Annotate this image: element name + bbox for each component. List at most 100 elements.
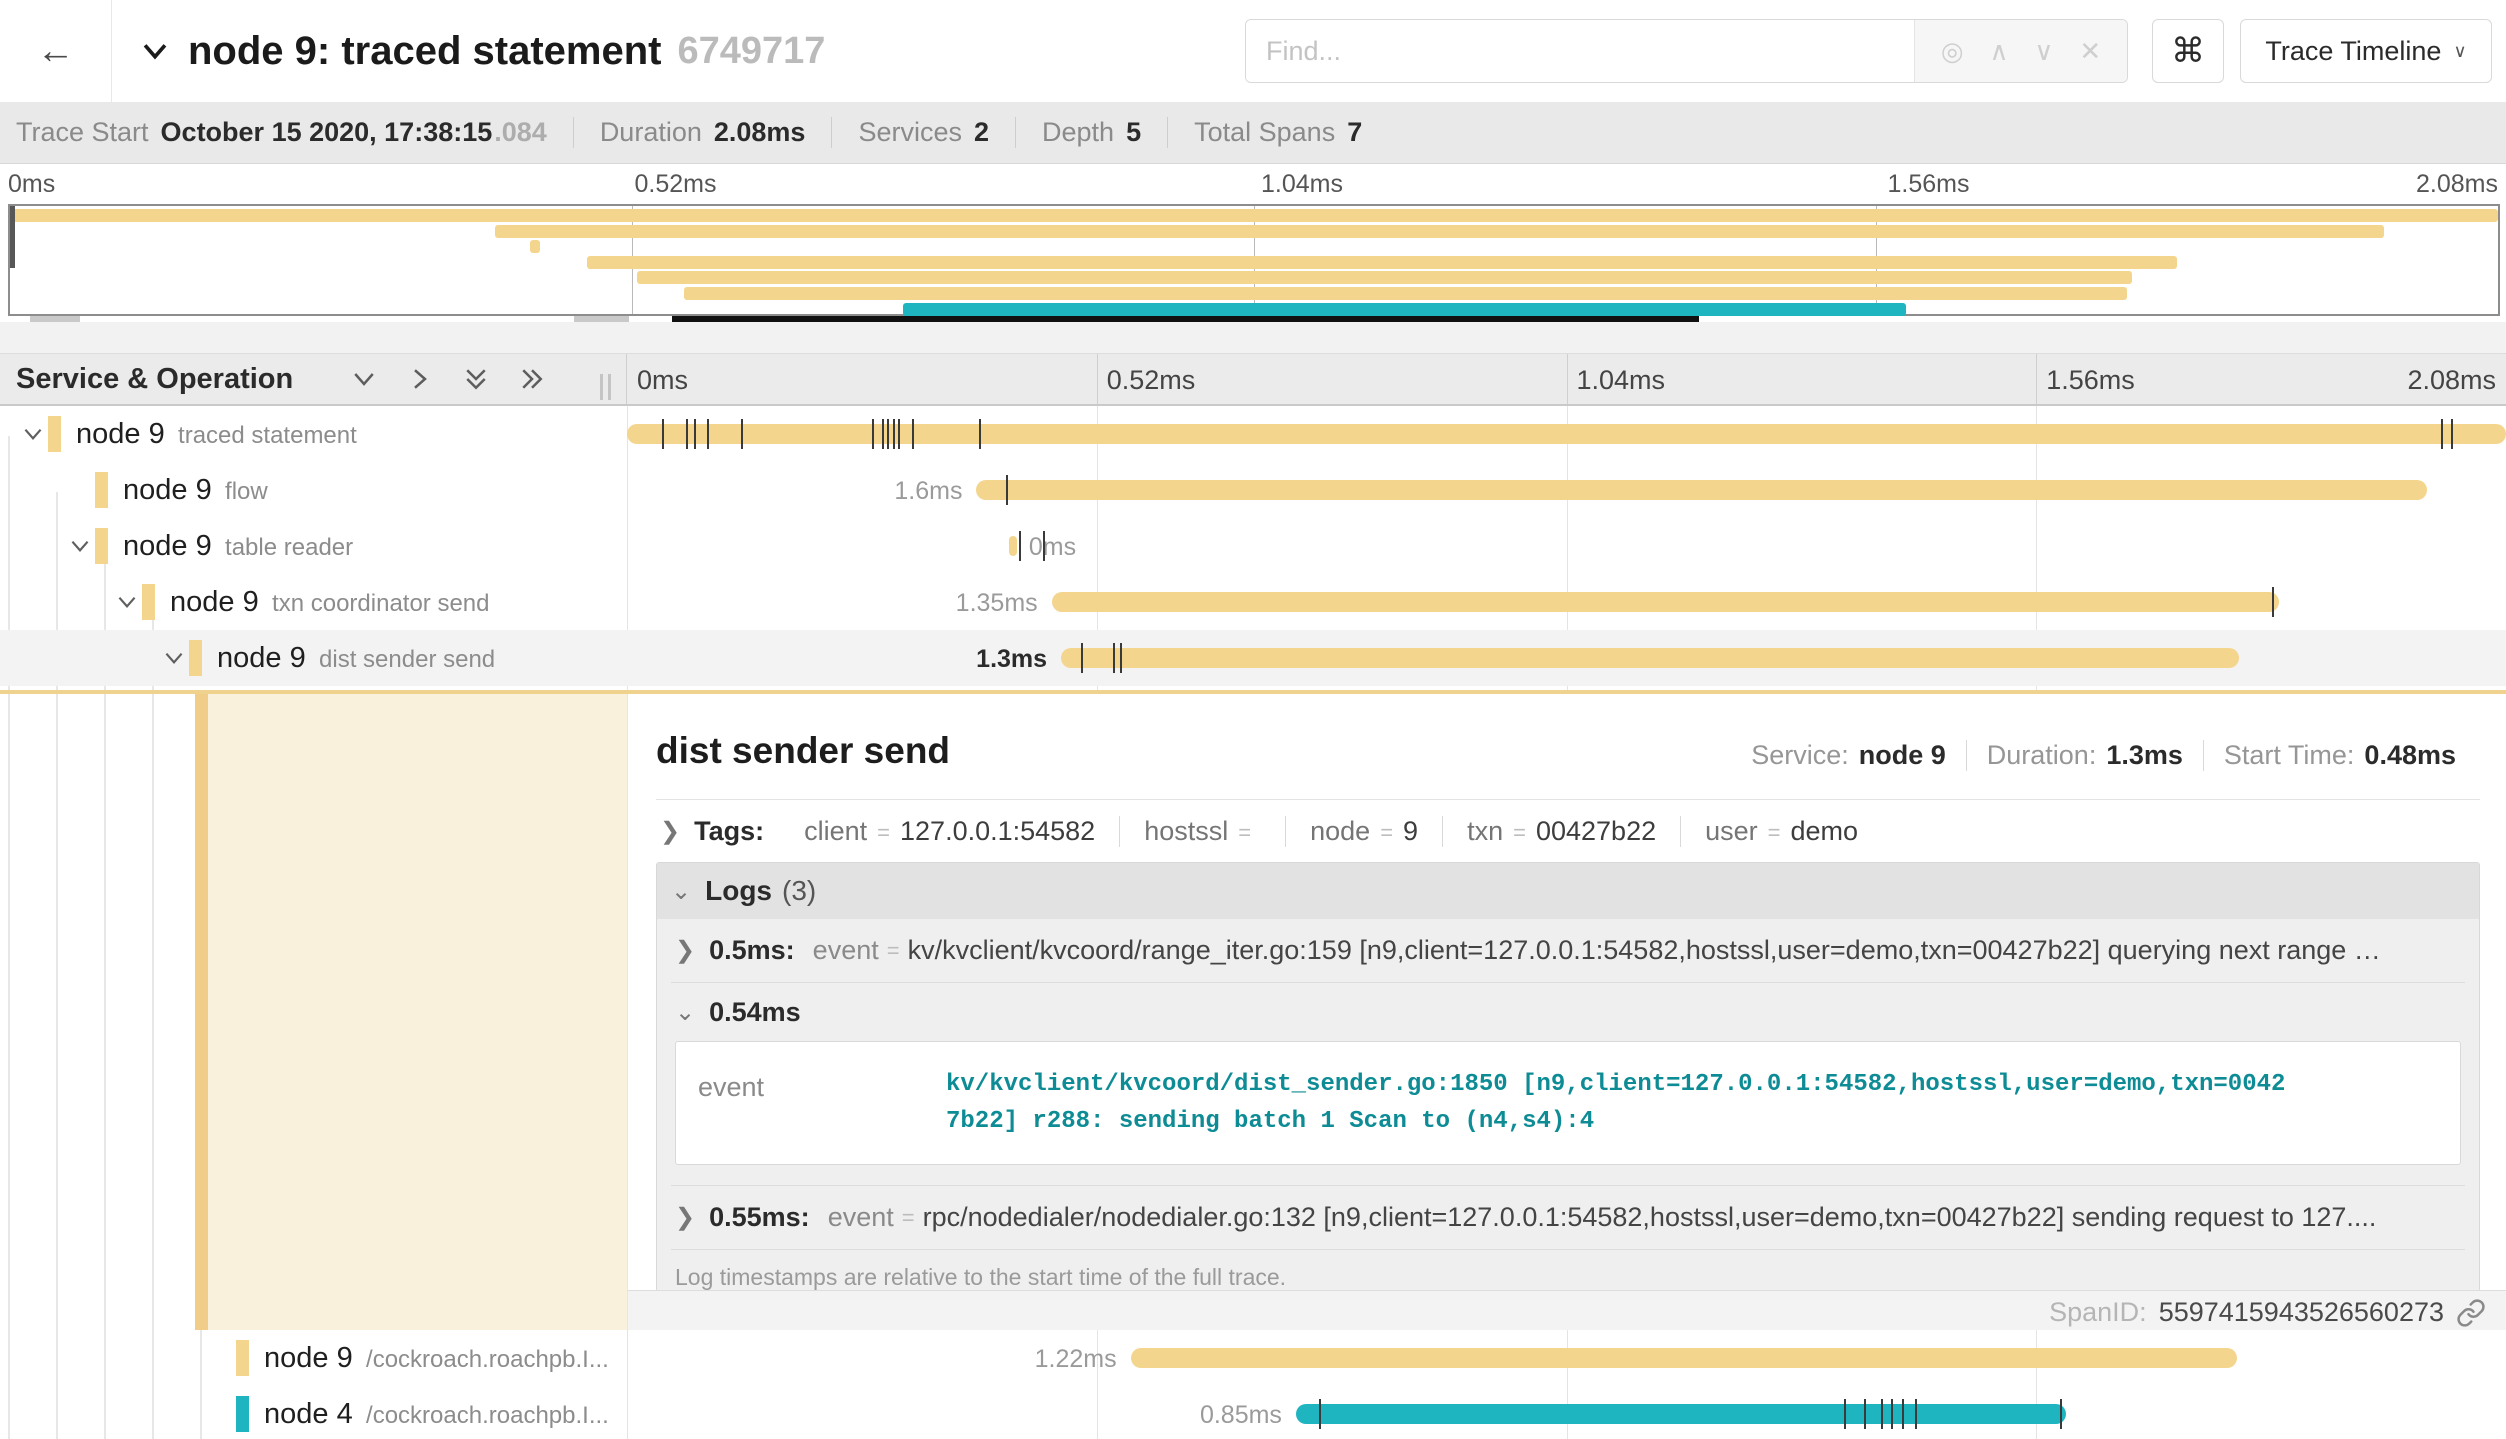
- log-event-tick: [662, 419, 664, 449]
- tag-value: 00427b22: [1536, 816, 1656, 847]
- minimap-viewport-scrubber[interactable]: [10, 206, 15, 268]
- chevron-down-icon: ⌄: [675, 998, 695, 1027]
- log-event-tick: [1881, 1399, 1883, 1429]
- log-entry-collapsed[interactable]: ❯ 0.55ms: event = rpc/nodedialer/nodedia…: [671, 1186, 2465, 1250]
- span-row[interactable]: node 9 txn coordinator send1.35ms: [0, 574, 2506, 630]
- log-event-tick: [1915, 1399, 1917, 1429]
- minimap-tick-label: 0ms: [8, 170, 55, 199]
- timeline-header: Service & Operation 0ms0.52ms1.04ms1.56m…: [0, 353, 2506, 406]
- log-event-tick: [707, 419, 709, 449]
- span-bar[interactable]: [1131, 1348, 2238, 1368]
- span-tree-cell: node 9 table reader: [0, 518, 627, 574]
- expand-one-icon[interactable]: [405, 364, 435, 394]
- service-operation-header: Service & Operation: [0, 354, 627, 404]
- log-entry-expanded-header[interactable]: ⌄ 0.54ms: [671, 983, 2465, 1041]
- chevron-right-icon: ❯: [660, 817, 680, 846]
- selected-span-accent-bar: [195, 694, 208, 1330]
- service-name: node 9 table reader: [123, 530, 353, 563]
- trace-summary-bar: Trace Start October 15 2020, 17:38:15 .0…: [0, 102, 2506, 164]
- operation-name: /cockroach.roachpb.I...: [353, 1402, 609, 1429]
- tree-controls: [349, 364, 547, 394]
- logs-header[interactable]: ⌄ Logs (3): [657, 863, 2479, 919]
- back-button[interactable]: ←: [0, 0, 112, 102]
- copy-link-icon[interactable]: [2456, 1298, 2486, 1328]
- log-event-tick: [1019, 531, 1021, 561]
- find-target-icon[interactable]: ◎: [1941, 36, 1964, 67]
- chevron-down-icon[interactable]: [20, 421, 46, 447]
- span-bar[interactable]: [1061, 648, 2239, 668]
- find-clear-icon[interactable]: ✕: [2079, 36, 2101, 67]
- span-bar[interactable]: [627, 424, 2506, 444]
- command-icon: ⌘: [2171, 31, 2205, 71]
- minimap-canvas[interactable]: [8, 204, 2500, 316]
- find-next-icon[interactable]: ∨: [2034, 36, 2053, 67]
- log-event-tick: [2060, 1399, 2062, 1429]
- log-event-tick: [882, 419, 884, 449]
- tag-item[interactable]: node=9: [1285, 816, 1442, 847]
- find-prev-icon[interactable]: ∧: [1989, 36, 2008, 67]
- span-row[interactable]: node 9 dist sender send1.3ms: [0, 630, 2506, 686]
- span-detail-card: dist sender send Service:node 9 Duration…: [628, 694, 2506, 1290]
- span-plot-cell: 0ms: [627, 518, 2506, 574]
- collapse-one-icon[interactable]: [349, 364, 379, 394]
- chevron-down-icon[interactable]: [161, 645, 187, 671]
- axis-tick-label: 2.08ms: [2407, 365, 2496, 396]
- service-name: node 9 /cockroach.roachpb.I...: [264, 1342, 609, 1375]
- span-id-label: SpanID:: [2049, 1297, 2147, 1328]
- find-input[interactable]: [1246, 20, 1914, 82]
- span-bar[interactable]: [1052, 592, 2279, 612]
- operation-name: /cockroach.roachpb.I...: [353, 1346, 609, 1373]
- chevron-down-icon[interactable]: [114, 589, 140, 615]
- trace-timeline-page: ← node 9: traced statement 6749717 ◎ ∧ ∨…: [0, 0, 2506, 1439]
- keyboard-shortcuts-button[interactable]: ⌘: [2152, 19, 2224, 83]
- tag-item[interactable]: user=demo: [1680, 816, 1882, 847]
- span-bar[interactable]: [1009, 536, 1017, 556]
- summary-duration: Duration 2.08ms: [573, 117, 832, 148]
- log-event-tick: [1864, 1399, 1866, 1429]
- minimap-span: [587, 256, 2177, 269]
- log-event-tick: [912, 419, 914, 449]
- chevron-down-icon[interactable]: [67, 533, 93, 559]
- span-bar[interactable]: [976, 480, 2427, 500]
- chevron-down-icon: ⌄: [671, 877, 691, 906]
- tag-value: demo: [1791, 816, 1859, 847]
- span-row[interactable]: node 9 flow1.6ms: [0, 462, 2506, 518]
- expand-all-icon[interactable]: [517, 364, 547, 394]
- find-group: ◎ ∧ ∨ ✕: [1245, 19, 2128, 83]
- minimap-span: [903, 303, 1906, 316]
- log-entry-collapsed[interactable]: ❯ 0.5ms: event = kv/kvclient/kvcoord/ran…: [671, 919, 2465, 983]
- service-color-chip: [48, 416, 61, 452]
- selected-span-highlight-column: [208, 694, 627, 1330]
- service-color-chip: [95, 472, 108, 508]
- span-tree-cell: node 4 /cockroach.roachpb.I...: [0, 1386, 627, 1439]
- minimap-gap: [0, 322, 2506, 353]
- log-event-tick: [1043, 531, 1045, 561]
- tag-equals: =: [1513, 820, 1526, 846]
- tag-value: 127.0.0.1:54582: [900, 816, 1095, 847]
- span-row[interactable]: node 9 traced statement: [0, 406, 2506, 462]
- column-resizer-handle[interactable]: [600, 374, 611, 400]
- collapse-all-icon[interactable]: [461, 364, 491, 394]
- trace-minimap: 0ms0.52ms1.04ms1.56ms2.08ms: [0, 164, 2506, 322]
- view-selector-button[interactable]: Trace Timeline ∨: [2240, 19, 2492, 83]
- span-plot-cell: 1.6ms: [627, 462, 2506, 518]
- tag-item[interactable]: txn=00427b22: [1442, 816, 1680, 847]
- span-duration-label: 0ms: [1029, 533, 1076, 562]
- minimap-span: [495, 225, 2383, 238]
- detail-left-column: [0, 694, 627, 1330]
- summary-trace-start: Trace Start October 15 2020, 17:38:15 .0…: [16, 117, 573, 148]
- log-fields-table: event kv/kvclient/kvcoord/dist_sender.go…: [675, 1041, 2461, 1165]
- tag-key: hostssl: [1144, 816, 1228, 847]
- tag-item[interactable]: client=127.0.0.1:54582: [780, 816, 1119, 847]
- span-row[interactable]: node 9 /cockroach.roachpb.I...1.22ms: [0, 1330, 2506, 1386]
- tag-equals: =: [1380, 820, 1393, 846]
- span-bar[interactable]: [1296, 1404, 2066, 1424]
- chevron-right-icon: ❯: [675, 936, 695, 965]
- span-row[interactable]: node 9 table reader 0ms: [0, 518, 2506, 574]
- span-row[interactable]: node 4 /cockroach.roachpb.I...0.85ms: [0, 1386, 2506, 1439]
- tags-row[interactable]: ❯ Tags: client=127.0.0.1:54582hostssl=no…: [656, 800, 2480, 862]
- collapse-trace-icon[interactable]: [138, 34, 172, 68]
- log-event-tick: [1113, 643, 1115, 673]
- tag-item[interactable]: hostssl=: [1119, 816, 1285, 847]
- summary-depth: Depth 5: [1015, 117, 1167, 148]
